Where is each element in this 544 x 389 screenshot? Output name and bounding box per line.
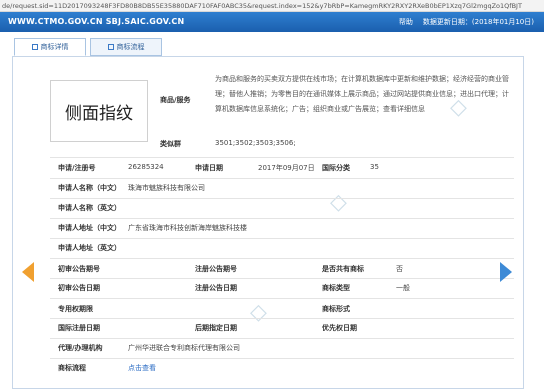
divider bbox=[50, 318, 514, 319]
help-link[interactable]: 帮助 bbox=[399, 17, 413, 27]
divider bbox=[50, 258, 514, 259]
address-cn-label: 申请人地址（中文） bbox=[58, 224, 121, 232]
reg-no-label: 申请/注册号 bbox=[58, 164, 96, 172]
tm-type-label: 商标类型 bbox=[322, 284, 350, 292]
reg-no-value: 26285324 bbox=[128, 163, 164, 171]
header-links: 帮助 数据更新日期：(2018年01月10日) bbox=[399, 17, 534, 27]
goods-text: 为商品和服务的买卖双方提供在线市场；在计算机数据库中更新和维护数据；经济经营的商… bbox=[215, 75, 509, 113]
intl-class-value: 35 bbox=[370, 163, 379, 171]
tab-bar: 商标详情 商标流程 bbox=[14, 38, 162, 56]
divider bbox=[50, 338, 514, 339]
divider bbox=[50, 218, 514, 219]
document-icon bbox=[107, 44, 114, 50]
goods-label: 商品/服务 bbox=[160, 96, 191, 104]
tm-type-value: 一般 bbox=[396, 284, 410, 292]
agent-value: 广州华进联合专利商标代理有限公司 bbox=[128, 344, 240, 352]
divider bbox=[50, 278, 514, 279]
divider bbox=[50, 238, 514, 239]
applicant-cn-label: 申请人名称（中文） bbox=[58, 184, 121, 192]
tab-trademark-process[interactable]: 商标流程 bbox=[90, 38, 162, 56]
reg-ann-date-label: 注册公告日期 bbox=[195, 284, 237, 292]
tab-label: 商标流程 bbox=[116, 43, 145, 51]
divider bbox=[50, 358, 514, 359]
data-update-date: 数据更新日期：(2018年01月10日) bbox=[422, 18, 534, 26]
intl-reg-date-label: 国际注册日期 bbox=[58, 324, 100, 332]
agent-label: 代理/办理机构 bbox=[58, 344, 103, 352]
site-title: WWW.CTMO.GOV.CN SBJ.SAIC.GOV.CN bbox=[8, 17, 185, 26]
shared-label: 是否共有商标 bbox=[322, 265, 364, 273]
divider bbox=[50, 298, 514, 299]
app-date-label: 申请日期 bbox=[195, 164, 223, 172]
applicant-en-label: 申请人名称（英文） bbox=[58, 204, 121, 212]
trademark-image: 侧面指纹 bbox=[50, 80, 148, 142]
process-link[interactable]: 点击查看 bbox=[128, 363, 156, 373]
app-date-value: 2017年09月07日 bbox=[258, 164, 315, 172]
reg-ann-no-label: 注册公告期号 bbox=[195, 265, 237, 273]
address-cn-value: 广东省珠海市科技创新海岸魅族科技楼 bbox=[128, 224, 247, 232]
process-label: 商标流程 bbox=[58, 364, 86, 372]
tab-label: 商标详情 bbox=[40, 43, 69, 51]
prelim-date-label: 初审公告日期 bbox=[58, 284, 100, 292]
intl-class-label: 国际分类 bbox=[322, 164, 350, 172]
applicant-cn-value: 珠海市魅族科技有限公司 bbox=[128, 184, 205, 192]
prelim-no-label: 初审公告期号 bbox=[58, 265, 100, 273]
site-header: WWW.CTMO.GOV.CN SBJ.SAIC.GOV.CN 帮助 数据更新日… bbox=[0, 12, 544, 32]
watermark-glyph: ◇ bbox=[250, 300, 267, 325]
similar-group-label: 类似群 bbox=[160, 140, 181, 148]
later-date-label: 后期指定日期 bbox=[195, 324, 237, 332]
divider bbox=[50, 157, 514, 158]
divider bbox=[50, 178, 514, 179]
document-icon bbox=[31, 44, 38, 50]
shared-value: 否 bbox=[396, 265, 403, 273]
tm-form-label: 商标形式 bbox=[322, 305, 350, 313]
exclusive-label: 专用权期限 bbox=[58, 305, 93, 313]
priority-date-label: 优先权日期 bbox=[322, 324, 357, 332]
divider bbox=[50, 198, 514, 199]
tab-trademark-details[interactable]: 商标详情 bbox=[14, 38, 86, 56]
previous-arrow-icon[interactable] bbox=[22, 262, 34, 282]
next-arrow-icon[interactable] bbox=[500, 262, 512, 282]
similar-group-value: 3501;3502;3503;3506; bbox=[215, 139, 296, 147]
address-en-label: 申请人地址（英文） bbox=[58, 244, 121, 252]
address-bar[interactable]: de/request.sid=11D2017093248F3FD80B8DB55… bbox=[0, 0, 544, 12]
trademark-image-text: 侧面指纹 bbox=[65, 103, 133, 124]
watermark-glyph: ◇ bbox=[330, 190, 347, 215]
